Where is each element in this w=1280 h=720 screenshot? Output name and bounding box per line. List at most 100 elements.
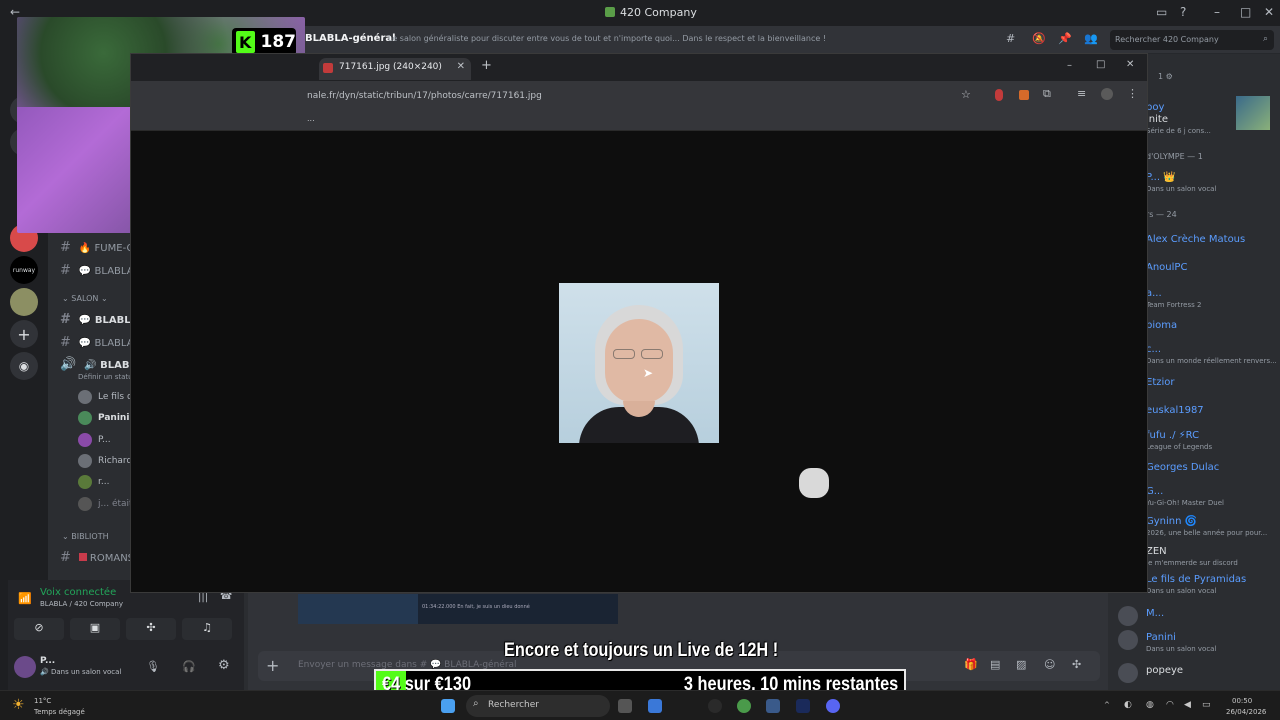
minimize-icon[interactable]: – (1214, 5, 1220, 19)
member-name[interactable]: a... (1146, 288, 1162, 299)
extension-icon[interactable] (995, 89, 1003, 101)
wifi-icon[interactable]: ◠ (1166, 700, 1174, 710)
member-name[interactable]: c... (1146, 344, 1161, 355)
member-name[interactable]: euskal1987 (1146, 405, 1204, 416)
member-name[interactable]: Etzior (1146, 377, 1175, 388)
add-attachment-icon[interactable]: + (266, 656, 279, 675)
close-tab-icon[interactable]: ✕ (457, 61, 465, 72)
bookmark-star-icon[interactable]: ☆ (961, 88, 971, 101)
weather-icon[interactable]: ☀ (12, 697, 25, 713)
member-name[interactable]: ZEN (1146, 546, 1167, 557)
member-name[interactable]: G... (1146, 486, 1163, 497)
gif-icon[interactable]: ▤ (990, 658, 1000, 671)
screen-share-button[interactable]: ▣ (70, 618, 120, 640)
member-name[interactable]: P... 👑 (1146, 172, 1176, 183)
member-name[interactable]: boy (1146, 102, 1164, 113)
user-avatar[interactable] (14, 656, 36, 678)
voice-location[interactable]: BLABLA / 420 Company (40, 600, 123, 608)
member-name[interactable]: Alex Crèche Matous (1146, 234, 1245, 245)
browser-tab[interactable]: 717161.jpg (240×240) ✕ (319, 58, 471, 80)
server-icon[interactable] (10, 288, 38, 316)
member-name[interactable]: popeye (1146, 665, 1183, 676)
member-name[interactable]: inite (1146, 114, 1168, 125)
voice-user[interactable]: Panini (98, 413, 129, 423)
member-name[interactable]: bioma (1146, 320, 1177, 331)
add-server-icon[interactable]: + (10, 320, 38, 348)
discover-icon[interactable]: ◉ (10, 352, 38, 380)
taskbar-app-icon[interactable] (766, 699, 780, 713)
category-salon[interactable]: ⌄ SALON ⌄ (62, 294, 108, 303)
bell-off-icon[interactable]: 🔕 (1032, 32, 1046, 45)
member-name[interactable]: M... (1146, 608, 1164, 619)
video-off-button[interactable]: ⊘ (14, 618, 64, 640)
channel-item[interactable]: # 🔥 FUME-O (60, 240, 134, 255)
puzzle-icon[interactable]: ⧉ (1043, 87, 1051, 101)
avatar[interactable] (1118, 630, 1138, 650)
help-icon[interactable]: ? (1180, 5, 1186, 19)
weather-temp[interactable]: 11°C (34, 697, 51, 705)
microphone-icon[interactable]: 🎙 (146, 660, 160, 673)
taskbar-search[interactable]: ⌕ Rechercher (466, 695, 610, 717)
member-name[interactable]: Georges Dulac (1146, 462, 1219, 473)
inbox-icon[interactable]: ▭ (1156, 5, 1167, 19)
voice-user[interactable]: Le fils d (98, 392, 133, 402)
weather-desc[interactable]: Temps dégagé (34, 708, 85, 716)
server-icon[interactable]: runway (10, 256, 38, 284)
settings-gear-icon[interactable]: ⚙ (218, 658, 230, 673)
category-bibliotheque[interactable]: ⌄ BIBLIOTH (62, 532, 109, 541)
browser-maximize-icon[interactable]: □ (1096, 59, 1105, 70)
voice-user[interactable]: j... était (98, 499, 133, 509)
channel-item[interactable]: # ROMANS (60, 550, 134, 565)
extension-icon[interactable] (1019, 90, 1029, 100)
sticker-icon[interactable]: ▨ (1016, 658, 1026, 671)
gift-icon[interactable]: 🎁 (964, 658, 978, 671)
voice-user[interactable]: r... (98, 477, 109, 487)
voice-user[interactable]: P... (98, 435, 111, 445)
bookmark-item[interactable]: ... (307, 114, 315, 123)
activity-thumbnail[interactable] (1236, 96, 1270, 130)
member-name[interactable]: AnoulPC (1146, 262, 1187, 273)
windows-start-icon[interactable] (441, 699, 455, 713)
activities-button[interactable]: ✣ (126, 618, 176, 640)
browser-minimize-icon[interactable]: – (1067, 60, 1072, 71)
member-name[interactable]: Le fils de Pyramidas (1146, 574, 1246, 585)
voice-user[interactable]: Richard (98, 456, 132, 466)
taskbar-app-icon[interactable] (708, 699, 722, 713)
members-icon[interactable]: 👥 (1084, 32, 1098, 45)
member-name[interactable]: fufu ./ ⚡RC (1146, 430, 1199, 441)
new-tab-icon[interactable]: + (481, 58, 492, 73)
volume-icon[interactable]: ◀ (1184, 700, 1191, 710)
channel-item[interactable]: # 💬 BLABLA- (60, 263, 137, 278)
threads-icon[interactable]: # (1006, 32, 1015, 45)
task-view-icon[interactable] (618, 699, 632, 713)
status-hint[interactable]: Définir un statut (78, 373, 135, 381)
taskbar-app-icon[interactable] (648, 699, 662, 713)
pin-icon[interactable]: 📌 (1058, 32, 1072, 45)
url-field[interactable]: nale.fr/dyn/static/tribun/17/photos/carr… (307, 91, 542, 101)
more-menu-icon[interactable]: ⋮ (1127, 87, 1138, 100)
browser-close-icon[interactable]: ✕ (1126, 59, 1134, 70)
channel-topic[interactable]: Le salon généraliste pour discuter entre… (388, 34, 826, 43)
apps-icon[interactable]: ✣ (1072, 658, 1081, 671)
search-input[interactable]: Rechercher 420 Company ⌕ (1110, 30, 1274, 50)
clock-date[interactable]: 26/04/2026 (1226, 708, 1266, 716)
battery-icon[interactable]: ▭ (1202, 700, 1211, 710)
avatar[interactable] (1118, 663, 1138, 683)
member-name[interactable]: Panini (1146, 632, 1176, 643)
channel-item[interactable]: # 💬 BLABLA- (60, 335, 137, 350)
discord-icon[interactable] (826, 699, 840, 713)
close-icon[interactable]: ✕ (1264, 5, 1274, 19)
tray-app-icon[interactable]: ◐ (1124, 700, 1132, 710)
maximize-icon[interactable]: □ (1240, 5, 1251, 19)
member-name[interactable]: Gyninn 🌀 (1146, 516, 1197, 527)
soundboard-button[interactable]: ♫ (182, 618, 232, 640)
clock-time[interactable]: 00:50 (1232, 697, 1252, 705)
tray-chevron-icon[interactable]: ^ (1104, 701, 1110, 709)
media-icon[interactable]: ≡ (1077, 87, 1086, 100)
profile-avatar[interactable] (1101, 88, 1113, 100)
tray-app-icon[interactable]: ◍ (1146, 700, 1154, 710)
avatar[interactable] (1118, 606, 1138, 626)
address-bar[interactable]: nale.fr/dyn/static/tribun/17/photos/carr… (131, 81, 1147, 111)
noise-icon[interactable]: ||| (198, 592, 208, 603)
headset-icon[interactable]: 🎧 (182, 660, 196, 673)
